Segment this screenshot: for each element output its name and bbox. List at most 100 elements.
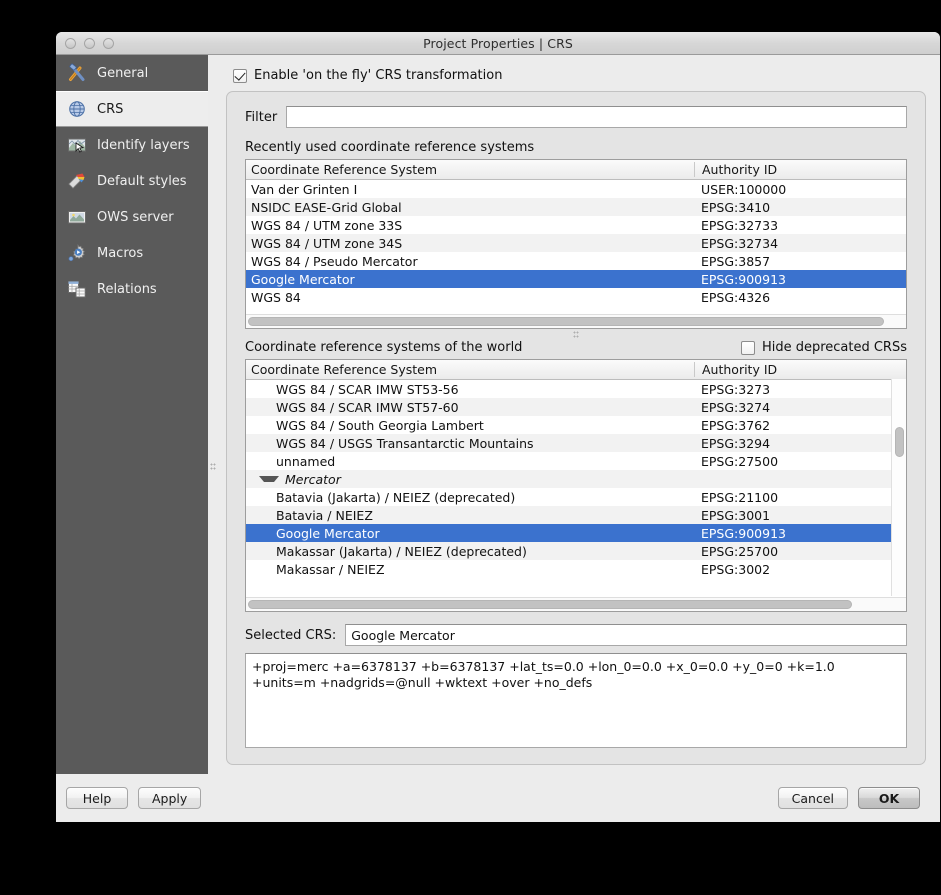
table-row[interactable]: WGS 84 / USGS Transantarctic MountainsEP… (246, 434, 906, 452)
table-row[interactable]: WGS 84 / Pseudo MercatorEPSG:3857 (246, 252, 906, 270)
table-row[interactable]: WGS 84 / UTM zone 34SEPSG:32734 (246, 234, 906, 252)
cell-crs-name: WGS 84 / UTM zone 34S (246, 236, 694, 251)
table-row[interactable]: WGS 84 / SCAR IMW ST57-60EPSG:3274 (246, 398, 906, 416)
recent-hscroll-thumb[interactable] (248, 317, 884, 326)
sidebar-item-general[interactable]: General (56, 55, 208, 91)
table-row[interactable]: WGS 84EPSG:4326 (246, 288, 906, 306)
table-row[interactable]: NSIDC EASE-Grid GlobalEPSG:3410 (246, 198, 906, 216)
table-row[interactable]: Van der Grinten IUSER:100000 (246, 180, 906, 198)
cell-crs-name: Batavia / NEIEZ (246, 508, 694, 523)
sidebar-item-ows-server[interactable]: OWS server (56, 199, 208, 235)
cell-authority-id: EPSG:3857 (694, 254, 906, 269)
cell-crs-name: WGS 84 / USGS Transantarctic Mountains (246, 436, 694, 451)
world-hscroll-thumb[interactable] (248, 600, 852, 609)
hide-deprecated-checkbox[interactable] (741, 341, 755, 355)
splitter-grip-icon (573, 331, 579, 338)
map-cursor-icon (66, 134, 88, 156)
table-row[interactable]: unnamedEPSG:27500 (246, 452, 906, 470)
world-vscrollbar[interactable] (891, 379, 906, 596)
cell-authority-id: EPSG:3273 (694, 382, 906, 397)
table-row[interactable]: Google MercatorEPSG:900913 (246, 524, 906, 542)
sidebar-item-identify-layers[interactable]: Identify layers (56, 127, 208, 163)
cell-authority-id: EPSG:900913 (694, 526, 906, 541)
ok-button[interactable]: OK (858, 787, 920, 809)
sidebar-item-label: CRS (97, 102, 123, 117)
enable-otf-row[interactable]: Enable 'on the fly' CRS transformation (233, 68, 926, 83)
minimize-button[interactable] (84, 38, 95, 49)
list-splitter[interactable] (245, 329, 907, 340)
hide-deprecated-label: Hide deprecated CRSs (762, 340, 907, 355)
cell-authority-id: EPSG:27500 (694, 454, 906, 469)
cell-crs-name: Makassar / NEIEZ (246, 562, 694, 577)
enable-otf-label: Enable 'on the fly' CRS transformation (254, 68, 502, 83)
sidebar-splitter[interactable] (208, 55, 218, 774)
table-row[interactable]: Makassar / NEIEZEPSG:3002 (246, 560, 906, 578)
cancel-button[interactable]: Cancel (778, 787, 848, 809)
table-row[interactable]: WGS 84 / South Georgia LambertEPSG:3762 (246, 416, 906, 434)
cell-crs-name: Batavia (Jakarta) / NEIEZ (deprecated) (246, 490, 694, 505)
splitter-grip-icon (210, 463, 216, 470)
cell-crs-name: WGS 84 (246, 290, 694, 305)
table-row[interactable]: Batavia (Jakarta) / NEIEZ (deprecated)EP… (246, 488, 906, 506)
project-properties-window: Project Properties | CRS General (56, 32, 940, 822)
crs-groupbox: Filter Recently used coordinate referenc… (226, 91, 926, 765)
sidebar-item-crs[interactable]: CRS (56, 91, 208, 127)
world-crs-table[interactable]: Coordinate Reference System Authority ID… (245, 359, 907, 612)
sidebar-item-macros[interactable]: Macros (56, 235, 208, 271)
filter-input[interactable] (286, 106, 907, 128)
recent-crs-table[interactable]: Coordinate Reference System Authority ID… (245, 159, 907, 329)
column-header-crs[interactable]: Coordinate Reference System (246, 162, 694, 177)
selected-crs-value[interactable]: Google Mercator (345, 624, 907, 646)
help-button[interactable]: Help (66, 787, 128, 809)
table-row[interactable]: WGS 84 / UTM zone 33SEPSG:32733 (246, 216, 906, 234)
column-header-crs[interactable]: Coordinate Reference System (246, 362, 694, 377)
cell-crs-name: Mercator (246, 472, 694, 487)
cell-authority-id: EPSG:900913 (694, 272, 906, 287)
recent-table-body: Van der Grinten IUSER:100000NSIDC EASE-G… (246, 180, 906, 314)
filter-label: Filter (245, 110, 277, 125)
cell-crs-name: WGS 84 / UTM zone 33S (246, 218, 694, 233)
table-link-icon (66, 278, 88, 300)
cell-crs-name: WGS 84 / South Georgia Lambert (246, 418, 694, 433)
zoom-button[interactable] (103, 38, 114, 49)
server-map-icon (66, 206, 88, 228)
apply-button[interactable]: Apply (138, 787, 201, 809)
cell-crs-name: WGS 84 / SCAR IMW ST57-60 (246, 400, 694, 415)
recent-hscrollbar[interactable] (246, 314, 906, 328)
crs-panel: Enable 'on the fly' CRS transformation F… (218, 55, 940, 774)
sidebar-item-label: Macros (97, 246, 143, 261)
cell-authority-id: USER:100000 (694, 182, 906, 197)
close-button[interactable] (65, 38, 76, 49)
cell-crs-name: Van der Grinten I (246, 182, 694, 197)
sidebar-item-label: OWS server (97, 210, 174, 225)
table-row[interactable]: Mercator (246, 470, 906, 488)
paint-brush-icon (66, 170, 88, 192)
table-row[interactable]: Batavia / NEIEZEPSG:3001 (246, 506, 906, 524)
hammer-wrench-icon (66, 62, 88, 84)
dialog-footer: Help Apply Cancel OK (56, 774, 940, 822)
sidebar-item-label: Identify layers (97, 138, 190, 153)
globe-icon (66, 98, 88, 120)
sidebar-item-default-styles[interactable]: Default styles (56, 163, 208, 199)
enable-otf-checkbox[interactable] (233, 69, 247, 83)
filter-row: Filter (245, 106, 907, 128)
column-header-authority[interactable]: Authority ID (694, 162, 906, 177)
cell-crs-name: Google Mercator (246, 272, 694, 287)
sidebar-item-relations[interactable]: Relations (56, 271, 208, 307)
recent-table-header: Coordinate Reference System Authority ID (246, 160, 906, 180)
world-vscroll-thumb[interactable] (895, 427, 904, 457)
table-row[interactable]: Makassar (Jakarta) / NEIEZ (deprecated)E… (246, 542, 906, 560)
table-row[interactable]: WGS 84 / SCAR IMW ST53-56EPSG:3273 (246, 380, 906, 398)
proj-string-box[interactable]: +proj=merc +a=6378137 +b=6378137 +lat_ts… (245, 653, 907, 748)
cell-authority-id: EPSG:3001 (694, 508, 906, 523)
chevron-down-icon[interactable] (259, 476, 279, 482)
cell-crs-name: WGS 84 / SCAR IMW ST53-56 (246, 382, 694, 397)
column-header-authority[interactable]: Authority ID (694, 362, 906, 377)
footer-left-buttons: Help Apply (66, 787, 201, 809)
cell-crs-name: Makassar (Jakarta) / NEIEZ (deprecated) (246, 544, 694, 559)
hide-deprecated-row[interactable]: Hide deprecated CRSs (741, 340, 907, 355)
cell-crs-name: NSIDC EASE-Grid Global (246, 200, 694, 215)
table-row[interactable]: Google MercatorEPSG:900913 (246, 270, 906, 288)
cell-authority-id: EPSG:3410 (694, 200, 906, 215)
world-hscrollbar[interactable] (246, 597, 906, 611)
